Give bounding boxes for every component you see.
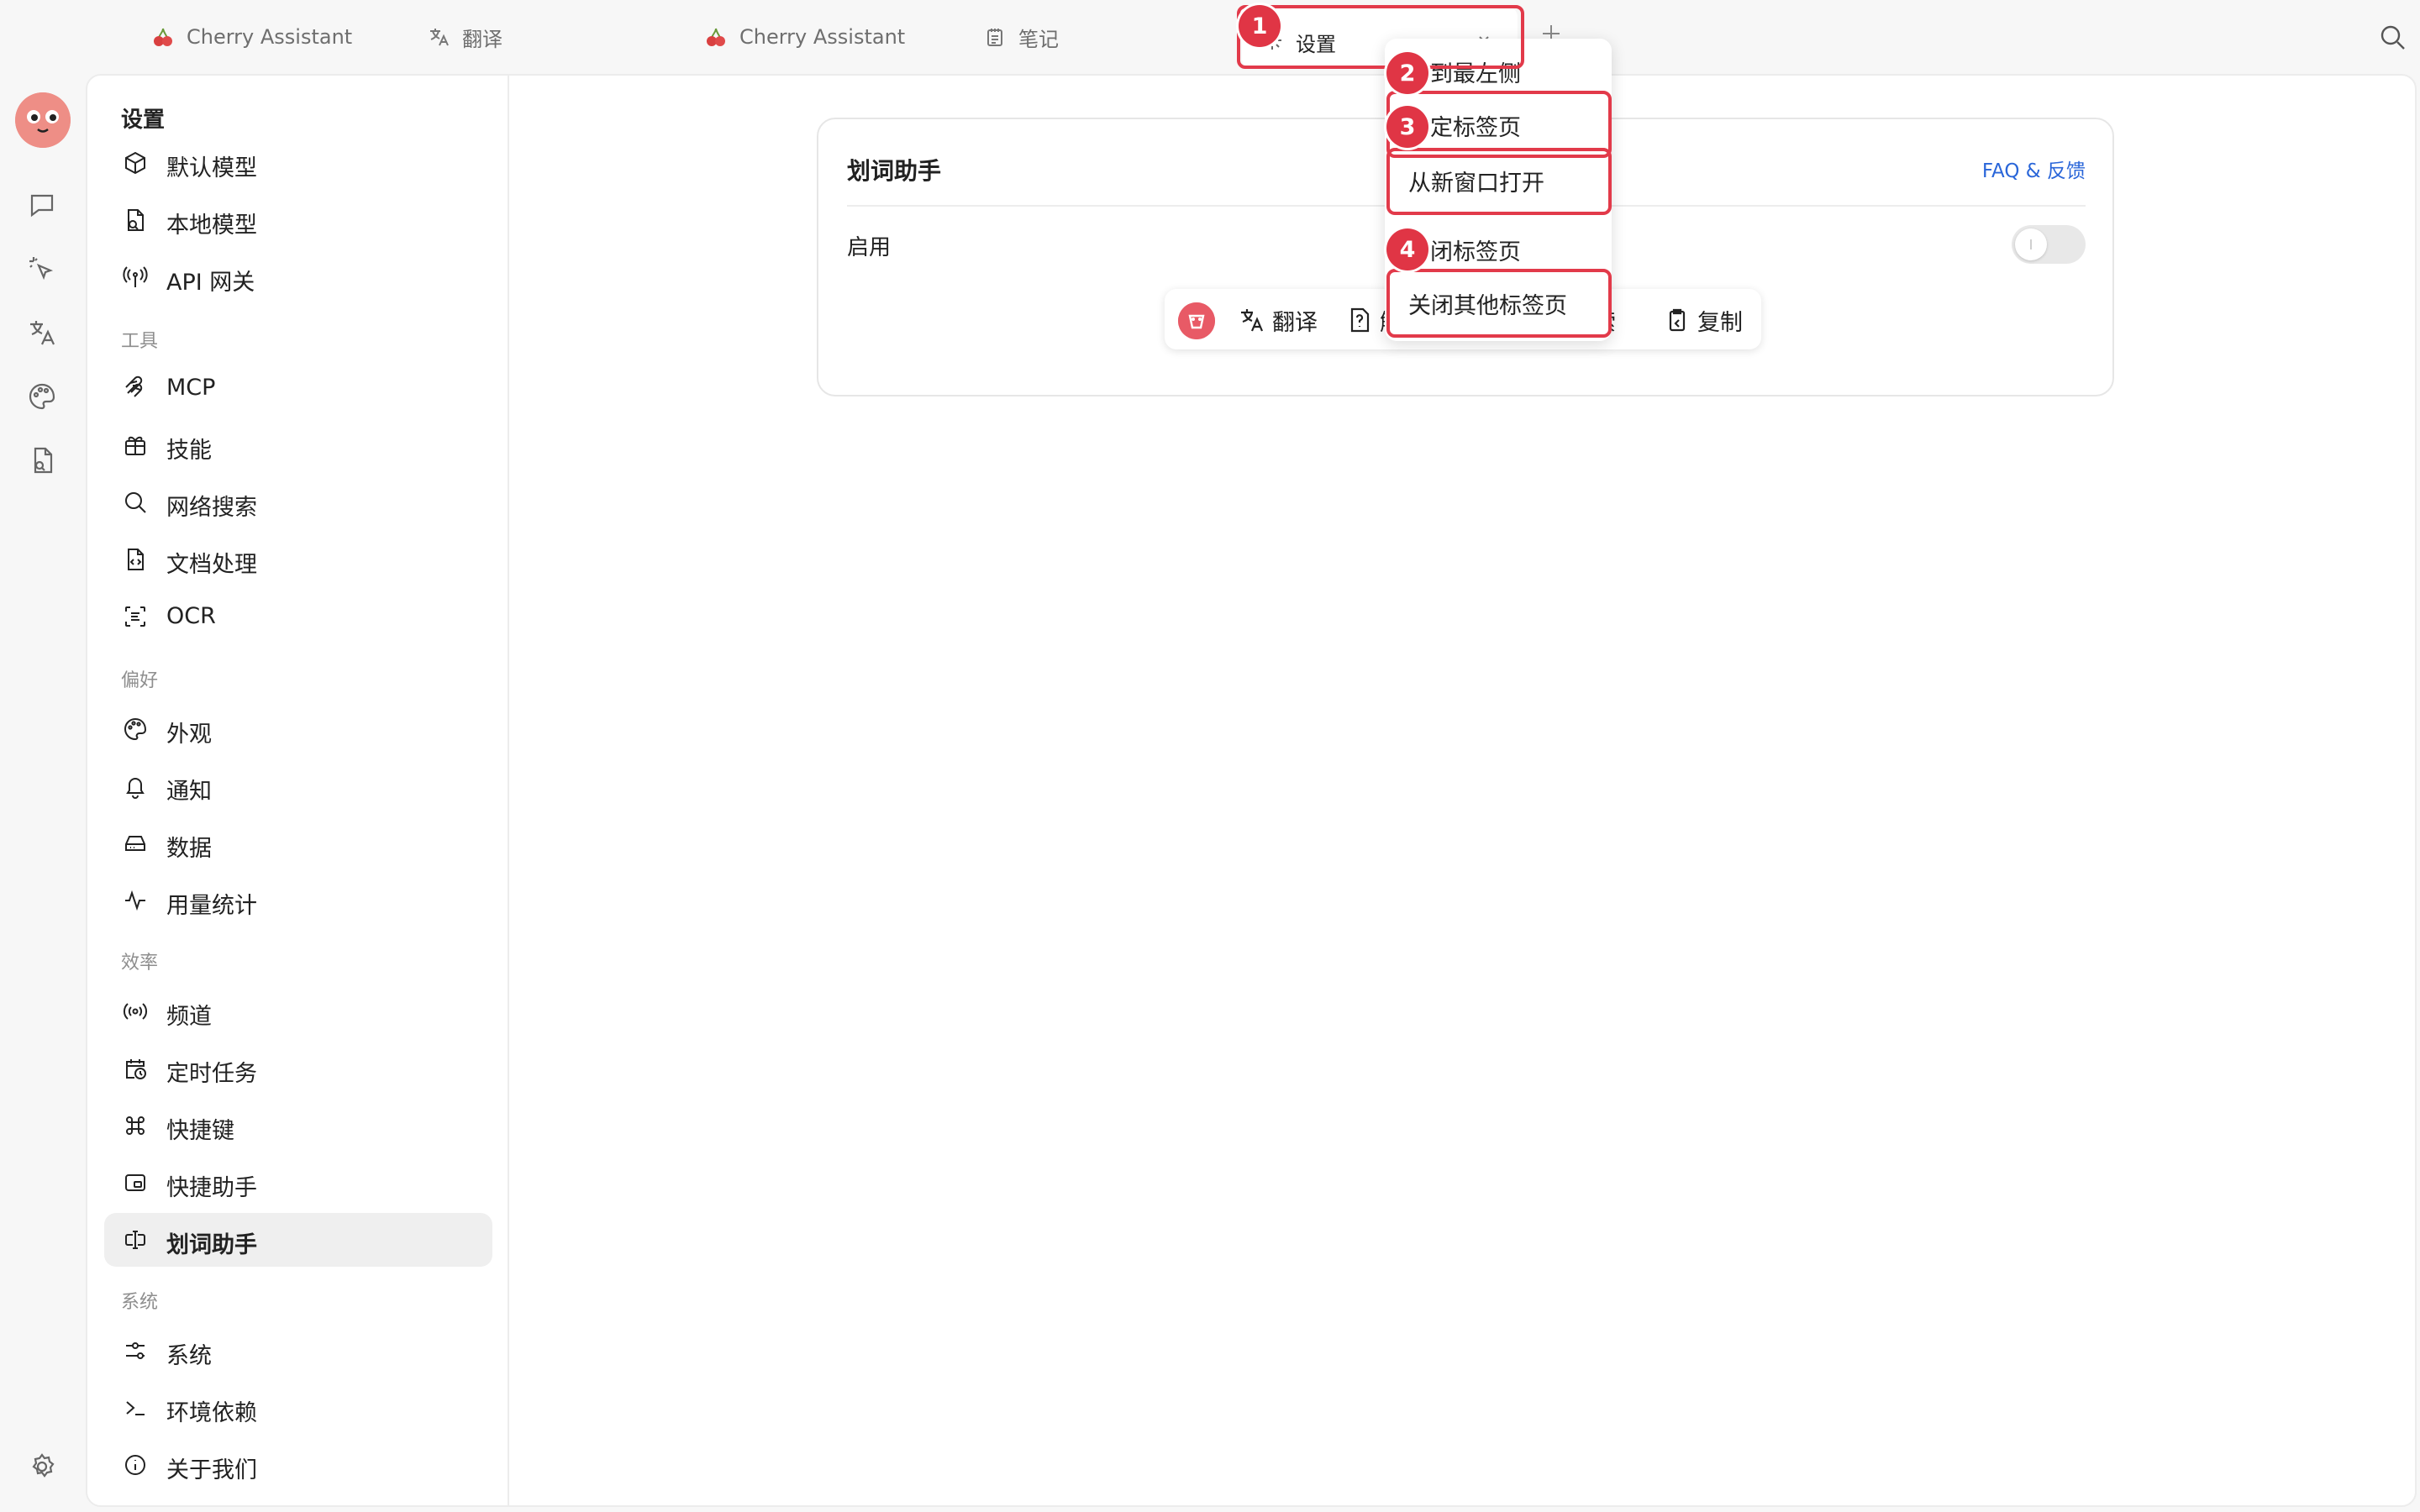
nav-item-local-model[interactable]: 本地模型 <box>104 193 492 247</box>
tab-label: Cherry Assistant <box>187 25 353 49</box>
antenna-icon <box>123 265 148 290</box>
card-title: 划词助手 <box>847 157 942 185</box>
annotation-badge-2: 2 <box>1386 52 1428 94</box>
calendar-clock-icon <box>123 1056 148 1081</box>
info-icon <box>123 1452 148 1478</box>
nav-item-scheduled-tasks[interactable]: 定时任务 <box>104 1042 492 1095</box>
sliders-icon <box>123 1338 148 1363</box>
cherry-icon <box>151 25 175 49</box>
nav-item-ocr[interactable]: OCR <box>104 590 492 643</box>
cherry-icon <box>704 25 728 49</box>
nav-item-shortcuts[interactable]: 快捷键 <box>104 1099 492 1152</box>
nav-item-appearance[interactable]: 外观 <box>104 702 492 756</box>
chat-icon[interactable] <box>27 190 57 220</box>
nav-item-mcp[interactable]: MCP <box>104 361 492 415</box>
hard-drive-icon <box>123 831 148 856</box>
palette-icon[interactable] <box>27 381 57 412</box>
translate-icon[interactable] <box>27 318 57 348</box>
nav-group-title: 工具 <box>121 331 159 352</box>
nav-item-environment[interactable]: 环境依赖 <box>104 1381 492 1435</box>
nav-item-notifications[interactable]: 通知 <box>104 759 492 813</box>
tab-label: 笔记 <box>1018 27 1059 51</box>
window-icon <box>123 1170 148 1195</box>
nav-item-selection-assistant[interactable]: 划词助手 <box>104 1213 492 1267</box>
nav-item-quick-assistant[interactable]: 快捷助手 <box>104 1156 492 1210</box>
text-cursor-icon <box>123 1227 148 1252</box>
annotation-badge-3: 3 <box>1386 106 1428 148</box>
copy-icon <box>1664 307 1691 333</box>
palette-icon <box>123 717 148 742</box>
cube-icon <box>123 150 148 176</box>
radio-icon <box>123 999 148 1024</box>
bell-icon <box>123 774 148 799</box>
annotation-badge-4: 4 <box>1386 228 1428 270</box>
nav-group-title: 偏好 <box>121 670 159 691</box>
nav-item-about[interactable]: 关于我们 <box>104 1438 492 1492</box>
nav-item-web-search[interactable]: 网络搜索 <box>104 475 492 529</box>
highlight-box-4 <box>1386 269 1612 338</box>
code-file-icon <box>123 547 148 572</box>
annotation-badge-1: 1 <box>1239 5 1281 47</box>
highlight-box-1 <box>1237 5 1524 69</box>
command-icon <box>123 1113 148 1138</box>
nav-item-default-model[interactable]: 默认模型 <box>104 136 492 190</box>
nav-item-doc-processing[interactable]: 文档处理 <box>104 533 492 586</box>
gift-box-icon <box>123 433 148 458</box>
tab-bar: Cherry Assistant 翻译 Cherry Assistant 笔记 … <box>0 0 2420 74</box>
scan-text-icon <box>123 604 148 629</box>
menu-item-close-tab[interactable]: 闭标签页 <box>1430 234 1521 266</box>
nav-group-title: 效率 <box>121 953 159 974</box>
tab-cherry-assistant-1[interactable]: Cherry Assistant <box>151 17 352 57</box>
search-icon <box>123 490 148 515</box>
faq-link[interactable]: FAQ & 反馈 <box>1982 155 2086 183</box>
terminal-icon <box>123 1395 148 1420</box>
nav-group-title: 系统 <box>121 1292 159 1313</box>
settings-title: 设置 <box>121 108 166 133</box>
mcp-icon <box>123 375 148 401</box>
nav-item-api-gateway[interactable]: API 网关 <box>104 250 492 304</box>
tab-translate[interactable]: 翻译 <box>427 17 502 57</box>
settings-icon[interactable] <box>27 1452 57 1482</box>
enable-toggle[interactable] <box>2012 225 2086 264</box>
preview-translate: 翻译 <box>1239 306 1318 336</box>
avatar[interactable] <box>15 92 71 148</box>
app-logo-icon <box>1178 302 1215 339</box>
translate-icon <box>1239 307 1265 333</box>
tab-cherry-assistant-2[interactable]: Cherry Assistant <box>704 17 905 57</box>
file-search-icon[interactable] <box>27 445 57 475</box>
notepad-icon <box>983 25 1007 49</box>
tab-label: 翻译 <box>462 27 502 51</box>
question-file-icon <box>1346 307 1373 333</box>
search-icon[interactable] <box>2378 23 2407 51</box>
activity-icon <box>123 888 148 913</box>
nav-item-system[interactable]: 系统 <box>104 1324 492 1378</box>
highlight-box-3b <box>1386 148 1612 215</box>
nav-item-data[interactable]: 数据 <box>104 816 492 870</box>
sparkle-pointer-icon[interactable] <box>27 254 57 284</box>
nav-item-usage-stats[interactable]: 用量统计 <box>104 874 492 927</box>
nav-item-skills[interactable]: 技能 <box>104 418 492 472</box>
tab-notes[interactable]: 笔记 <box>983 17 1059 57</box>
app-rail <box>0 74 84 1512</box>
file-search-icon <box>123 207 148 233</box>
nav-item-channels[interactable]: 频道 <box>104 984 492 1038</box>
tab-label: Cherry Assistant <box>739 25 906 49</box>
preview-copy: 复制 <box>1664 306 1743 336</box>
settings-sidebar: 设置 默认模型 本地模型 API 网关 工具 MCP 技能 网络搜索 文档处理 … <box>87 76 509 1505</box>
enable-label: 启用 <box>847 235 892 260</box>
translate-icon <box>427 25 450 49</box>
